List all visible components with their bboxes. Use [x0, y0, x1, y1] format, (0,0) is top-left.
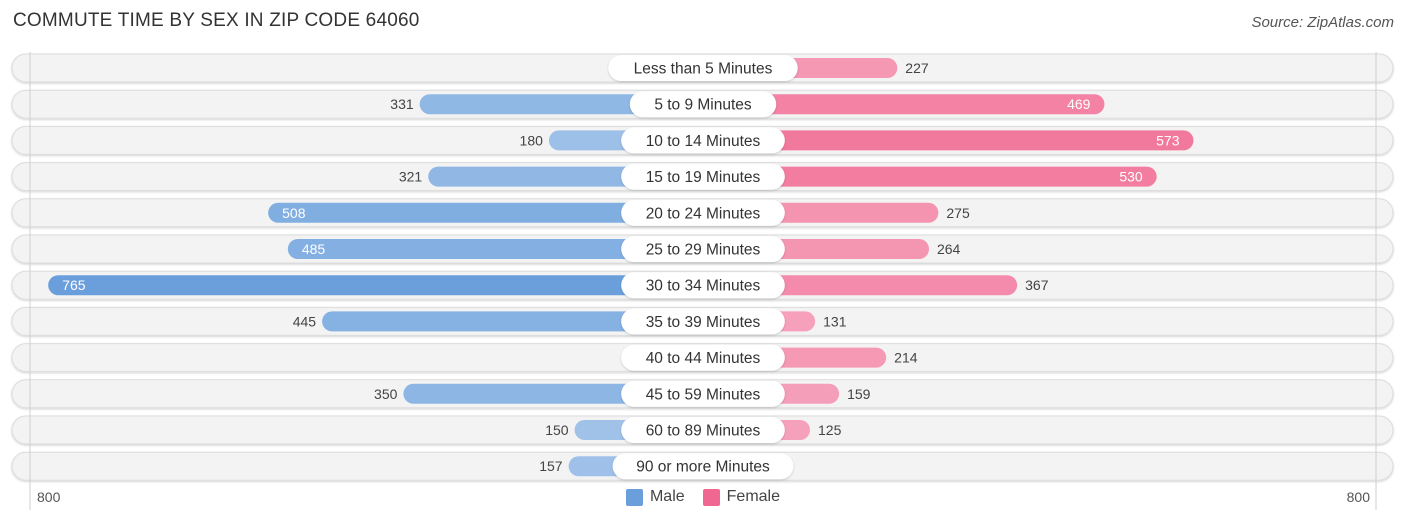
legend-swatch-male: [625, 488, 643, 506]
value-label-female: 275: [946, 205, 970, 221]
value-label-male: 765: [62, 277, 86, 293]
category-label: 10 to 14 Minutes: [646, 133, 761, 150]
category-label: 45 to 59 Minutes: [646, 386, 761, 403]
category-label: 25 to 29 Minutes: [646, 242, 761, 259]
legend-label-female: Female: [726, 488, 781, 505]
value-label-female: 159: [847, 386, 871, 402]
value-label-female: 131: [823, 313, 847, 329]
legend-item-male[interactable]: Male: [625, 488, 685, 506]
chart-canvas: 21227Less than 5 Minutes3314695 to 9 Min…: [11, 52, 1394, 510]
value-label-male: 150: [545, 422, 569, 438]
value-label-male: 350: [374, 386, 398, 402]
value-label-male: 180: [520, 132, 544, 148]
legend: Male Female: [0, 488, 1406, 506]
value-label-male: 445: [293, 313, 317, 329]
category-label: 90 or more Minutes: [636, 459, 770, 476]
value-label-male: 485: [302, 241, 326, 257]
legend-swatch-female: [702, 488, 720, 506]
value-label-female: 264: [937, 241, 961, 257]
value-label-female: 573: [1156, 132, 1180, 148]
value-label-female: 214: [894, 350, 918, 366]
value-label-male: 157: [539, 458, 563, 474]
category-label: 20 to 24 Minutes: [646, 205, 761, 222]
value-label-male: 321: [399, 169, 423, 185]
category-label: 35 to 39 Minutes: [646, 314, 761, 331]
category-label: 5 to 9 Minutes: [654, 97, 752, 114]
value-label-female: 530: [1119, 169, 1143, 185]
category-label: 60 to 89 Minutes: [646, 423, 761, 440]
bar-male: [48, 275, 714, 296]
category-label: 40 to 44 Minutes: [646, 350, 761, 367]
category-label: 15 to 19 Minutes: [646, 169, 761, 186]
value-label-male: 331: [390, 96, 414, 112]
value-label-female: 469: [1067, 96, 1091, 112]
value-label-female: 125: [818, 422, 842, 438]
legend-label-male: Male: [649, 488, 685, 505]
category-label: Less than 5 Minutes: [634, 61, 773, 78]
value-label-female: 227: [905, 60, 929, 76]
value-label-male: 508: [282, 205, 306, 221]
legend-item-female[interactable]: Female: [702, 488, 781, 506]
value-label-female: 367: [1025, 277, 1049, 293]
category-label: 30 to 34 Minutes: [646, 278, 761, 295]
